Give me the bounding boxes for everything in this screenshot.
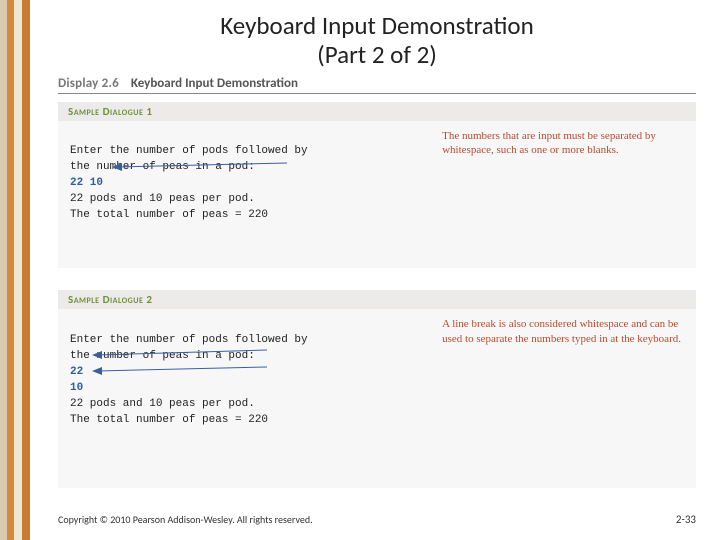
title-line-1: Keyboard Input Demonstration xyxy=(220,10,534,41)
decorative-spine xyxy=(0,0,30,540)
sample2-annotation: A line break is also considered whitespa… xyxy=(426,317,684,476)
title-line-2: (Part 2 of 2) xyxy=(317,39,437,70)
sample1-annotation: The numbers that are input must be separ… xyxy=(426,129,684,257)
sample-heading: Sample Dialogue 2 xyxy=(58,290,696,309)
sample-heading: Sample Dialogue 1 xyxy=(58,102,696,121)
display-title: Keyboard Input Demonstration xyxy=(131,76,298,91)
sample-dialogue-1: Sample Dialogue 1 Enter the number of po… xyxy=(58,102,696,269)
display-label: Display 2.6 xyxy=(58,76,119,91)
copyright-footer: Copyright © 2010 Pearson Addison-Wesley.… xyxy=(58,513,313,526)
display-header: Display 2.6 Keyboard Input Demonstration xyxy=(58,76,696,94)
arrow-icon xyxy=(92,364,272,378)
page-number: 2-33 xyxy=(676,513,696,526)
sample1-code: Enter the number of pods followed by the… xyxy=(70,129,426,257)
sample2-code: Enter the number of pods followed by the… xyxy=(70,317,426,476)
sample-dialogue-2: Sample Dialogue 2 Enter the number of po… xyxy=(58,290,696,488)
slide-content: Keyboard Input Demonstration (Part 2 of … xyxy=(30,0,720,540)
slide-title: Keyboard Input Demonstration (Part 2 of … xyxy=(58,12,696,70)
